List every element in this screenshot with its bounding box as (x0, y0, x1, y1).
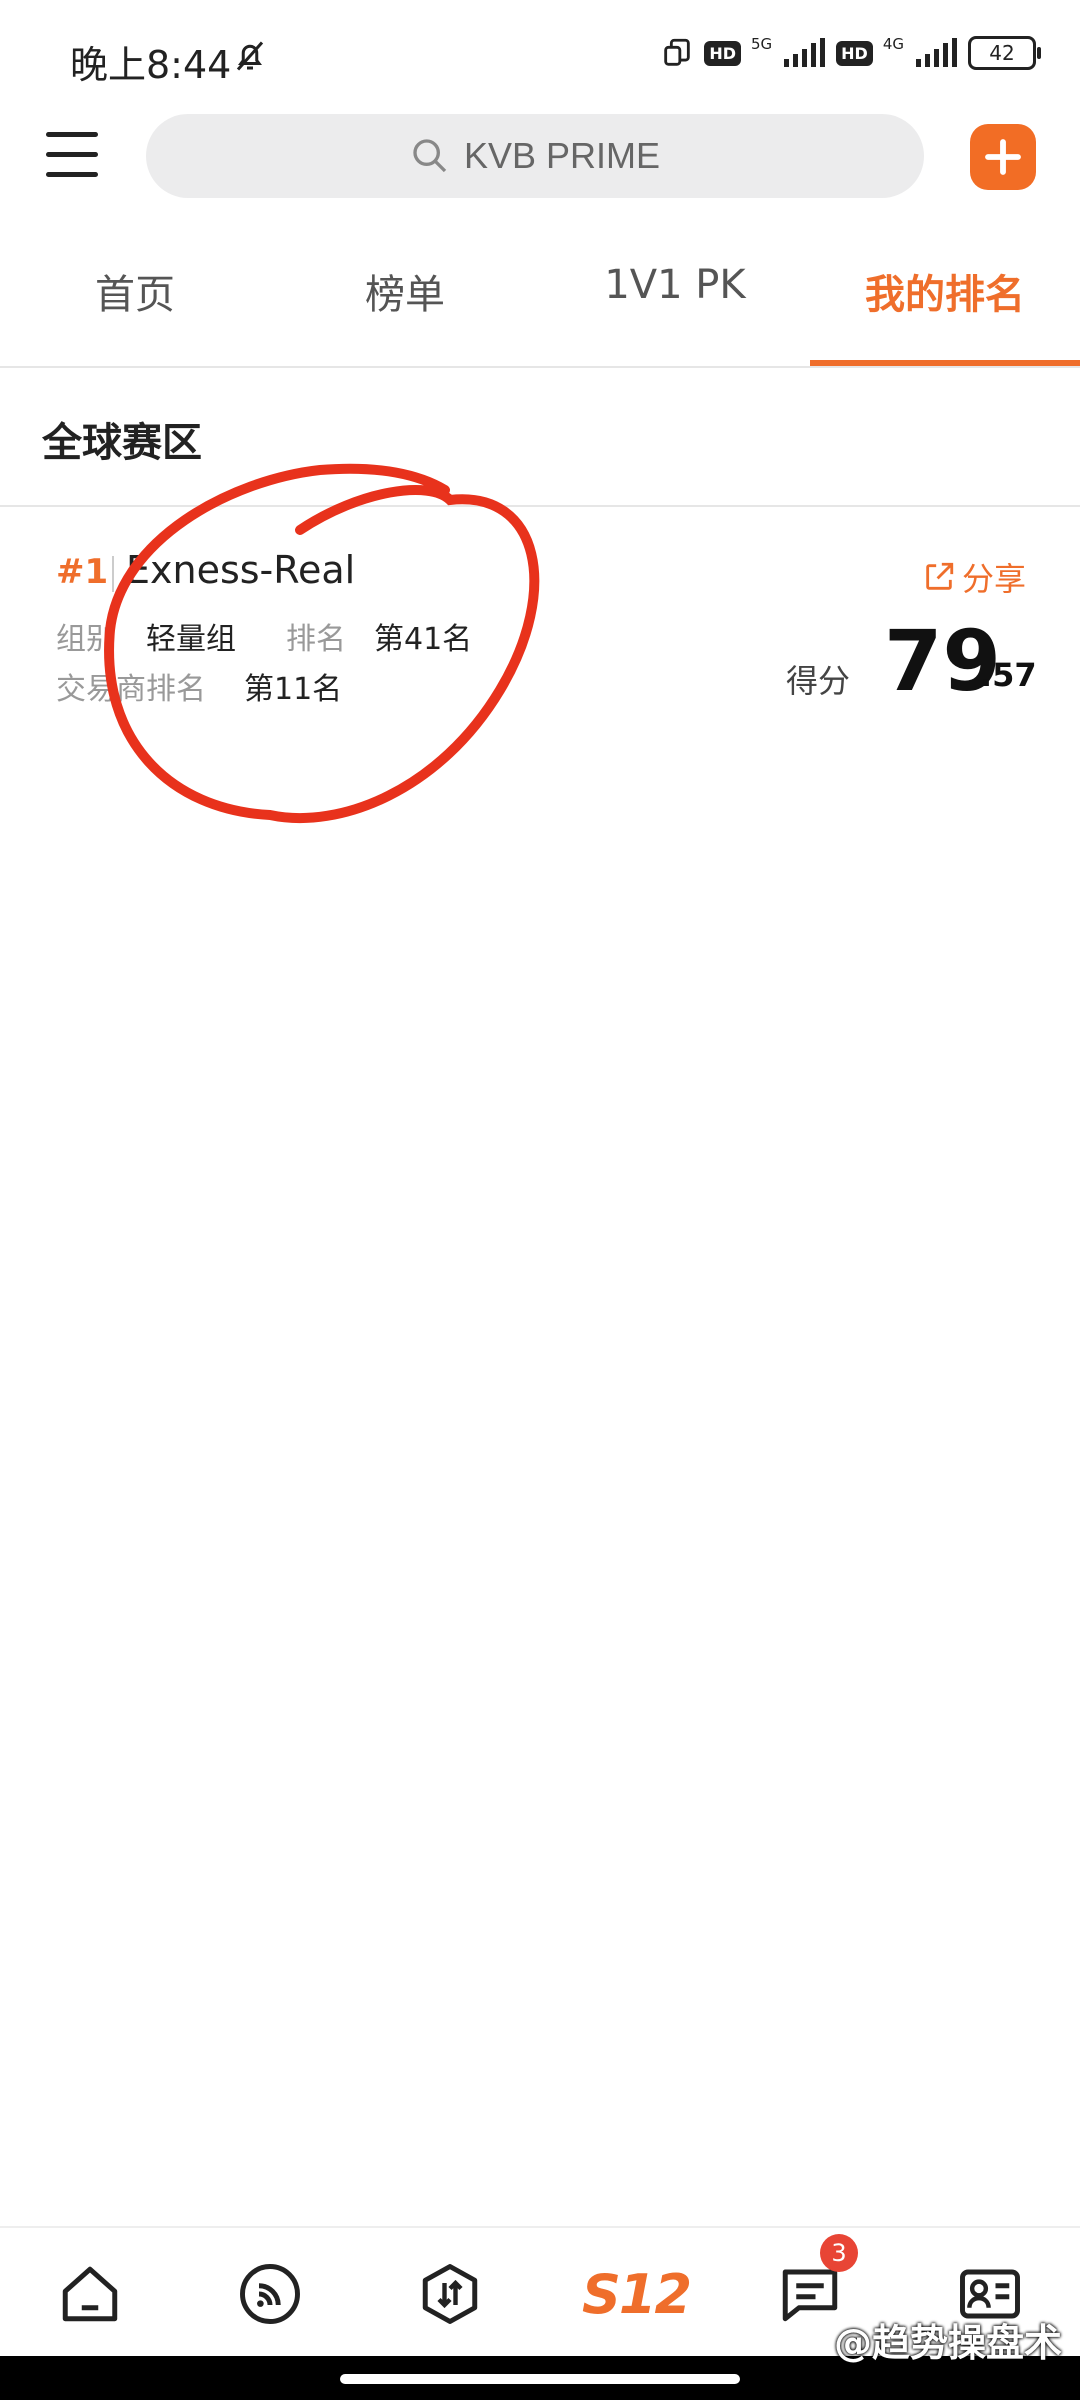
tab-home[interactable]: 首页 (60, 262, 210, 320)
share-icon (926, 562, 954, 590)
group-value: 轻量组 (146, 622, 236, 657)
account-name[interactable]: Exness-Real (126, 548, 355, 592)
divider (0, 366, 1080, 368)
home-indicator[interactable] (340, 2374, 740, 2384)
tab-pk[interactable]: 1V1 PK (580, 262, 770, 308)
ranking-value: 第41名 (374, 622, 473, 657)
tab-my-ranking[interactable]: 我的排名 (830, 262, 1060, 320)
nav-trade[interactable] (410, 2254, 490, 2334)
plus-icon (985, 139, 1021, 175)
add-button[interactable] (970, 124, 1036, 190)
status-icons: HD 5G HD 4G 42 (660, 35, 1041, 70)
network-type: 5G (750, 35, 773, 53)
screen-copy-icon (664, 38, 691, 66)
hd-badge: HD (836, 40, 873, 66)
section-title: 全球赛区 (42, 420, 202, 466)
network-type: 4G (882, 35, 904, 53)
search-icon (413, 139, 447, 173)
s12-label: S12 (581, 2262, 692, 2326)
search-bar[interactable]: KVB PRIME (146, 114, 924, 198)
watermark: @趋势操盘术 (833, 2321, 1062, 2365)
menu-button[interactable] (40, 128, 104, 184)
rank-number: #1 (56, 552, 109, 592)
group-label: 组别 (56, 622, 116, 657)
tab-bar: 首页 榜单 1V1 PK 我的排名 (0, 232, 1080, 366)
share-button[interactable]: 分享 (922, 554, 1026, 600)
divider (0, 2226, 1080, 2228)
tab-leaderboard[interactable]: 榜单 (330, 262, 480, 320)
search-placeholder: KVB PRIME (463, 135, 661, 176)
feed-icon (240, 2264, 300, 2324)
signal-icon (784, 38, 826, 67)
status-bar: 晚上8:44 HD 5G HD 4G 42 (0, 0, 1080, 110)
broker-ranking-label: 交易商排名 (56, 672, 206, 707)
home-icon (62, 2266, 118, 2322)
nav-feed[interactable] (230, 2254, 310, 2334)
divider (112, 556, 114, 592)
message-badge: 3 (820, 2234, 858, 2272)
share-label: 分享 (961, 560, 1026, 598)
nav-s12[interactable]: S12 (582, 2254, 692, 2334)
battery-icon: 42 (968, 36, 1041, 70)
signal-icon (916, 38, 957, 67)
divider (0, 505, 1080, 507)
score-decimal: .57 (980, 656, 1037, 694)
bell-off-icon (236, 41, 264, 71)
trade-icon (422, 2264, 478, 2324)
hd-badge: HD (704, 40, 741, 66)
broker-ranking-value: 第11名 (244, 672, 343, 707)
score-label: 得分 (786, 662, 851, 700)
nav-home[interactable] (50, 2254, 130, 2334)
status-time: 晚上8:44 (70, 43, 232, 87)
ranking-label: 排名 (286, 622, 346, 657)
